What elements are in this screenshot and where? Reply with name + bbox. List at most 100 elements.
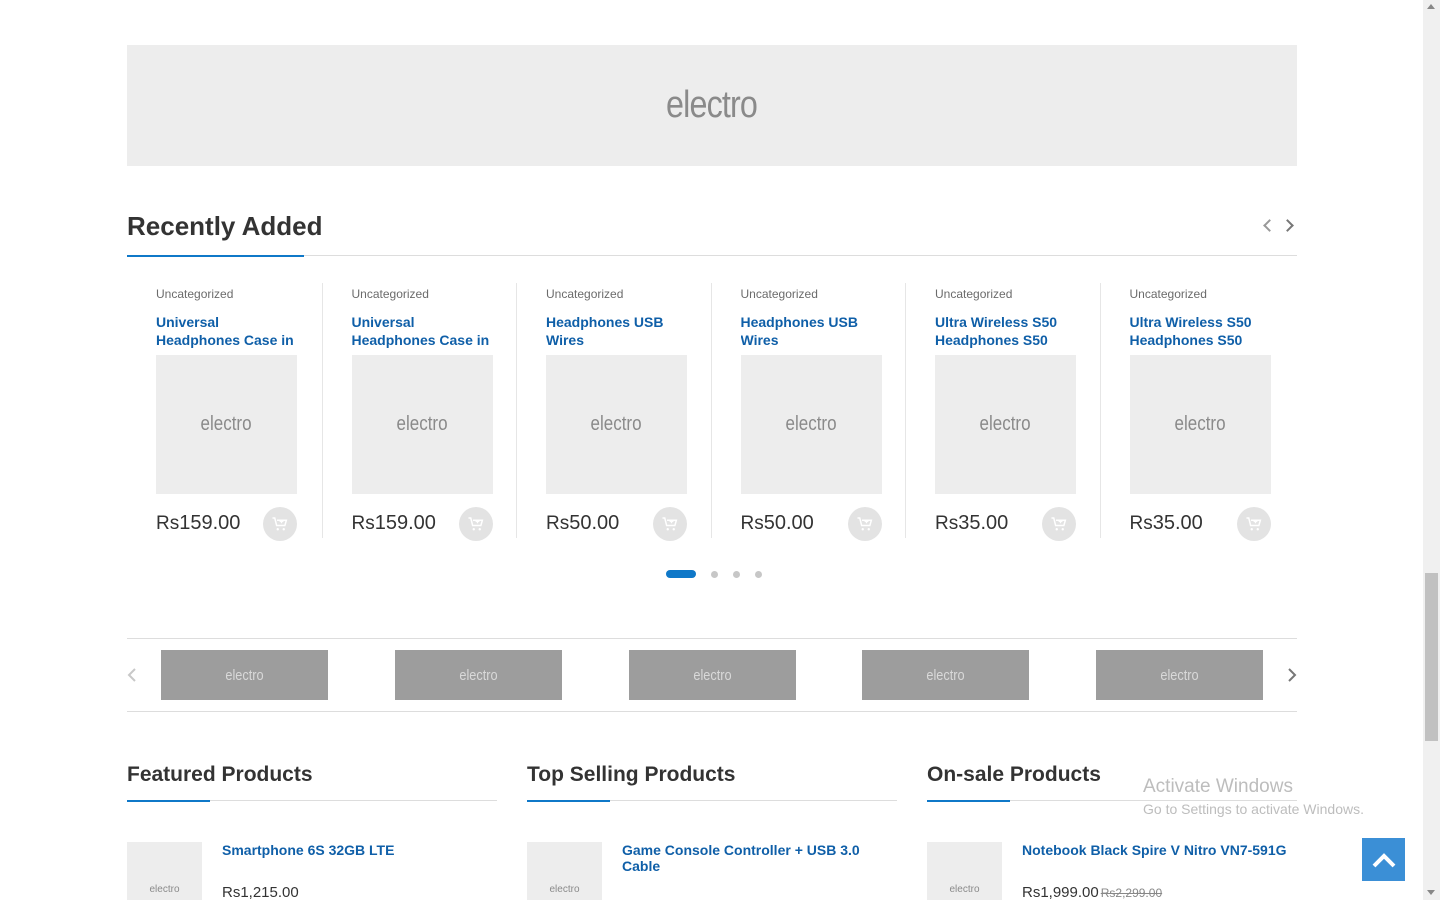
chevron-right-icon [1281,219,1294,232]
add-to-cart-button[interactable] [1042,507,1076,541]
product-title-link[interactable]: Headphones USB Wires [546,313,696,349]
price-value: 50.00 [569,512,620,534]
brands-next-button[interactable] [1287,668,1297,687]
product-card: Uncategorized Universal Headphones Case … [321,283,517,541]
add-to-cart-button[interactable] [263,507,297,541]
pagination-dot-2[interactable] [711,570,718,578]
product-title-link[interactable]: Universal Headphones Case in [156,313,306,349]
recently-added-header: Recently Added [127,205,1297,257]
product-card: Uncategorized Ultra Wireless S50 Headpho… [905,283,1100,541]
product-image[interactable]: electro [156,355,297,494]
product-card: Uncategorized Ultra Wireless S50 Headpho… [1099,283,1295,541]
add-to-cart-button[interactable] [1236,507,1271,541]
chevron-left-icon [127,668,136,682]
pagination-dot-4[interactable] [755,570,762,578]
currency: Rs [740,513,764,534]
brand-logo[interactable]: electro [629,650,796,700]
price-value: 35.00 [958,512,1009,534]
product-category[interactable]: Uncategorized [156,287,233,301]
price-value: 159.00 [179,512,241,534]
product-card: Uncategorized Headphones USB Wires elect… [710,283,906,541]
carousel-pagination [666,570,762,578]
product-image[interactable]: electro [351,355,493,494]
product-price [622,884,624,900]
add-to-cart-button[interactable] [847,507,882,541]
product-category[interactable]: Uncategorized [546,287,623,301]
add-to-cart-icon [468,517,483,531]
product-image[interactable]: electro [1129,355,1271,494]
list-item: electro Smartphone 6S 32GB LTE Rs1,215.0… [127,801,497,900]
column-title-text: Top Selling Products [527,763,736,786]
product-carousel: Uncategorized Universal Headphones Case … [127,283,1297,541]
placeholder-logo: electro [785,413,837,435]
product-image[interactable]: electro [740,355,882,494]
product-image[interactable]: electro [935,355,1076,494]
add-to-cart-button[interactable] [653,507,687,541]
brand-logo[interactable]: electro [161,650,328,700]
product-thumbnail[interactable]: electro [527,842,602,900]
brand-logo[interactable]: electro [1096,650,1263,700]
column-title-text: Featured Products [127,763,313,786]
add-to-cart-icon [662,517,678,531]
placeholder-logo: electro [149,884,180,895]
product-image[interactable]: electro [546,355,687,494]
section-title: Recently Added [127,211,323,241]
product-title-link[interactable]: Ultra Wireless S50 Headphones S50 [935,313,1085,349]
scroll-down-arrow-icon[interactable] [1427,890,1435,895]
section-underline [127,255,304,257]
product-category[interactable]: Uncategorized [935,287,1012,301]
currency: Rs [351,513,375,534]
product-title-link[interactable]: Notebook Black Spire V Nitro VN7-591G [1022,842,1292,858]
old-price: Rs2,299.00 [1100,886,1163,900]
add-to-cart-icon [1246,517,1261,531]
product-price: Rs35.00 [1130,512,1203,535]
product-category[interactable]: Uncategorized [1130,287,1207,301]
product-thumbnail[interactable]: electro [927,842,1002,900]
add-to-cart-button[interactable] [458,507,493,541]
brand-logo[interactable]: electro [395,650,562,700]
pagination-dot-1[interactable] [666,570,696,578]
page-scrollbar[interactable] [1423,0,1440,900]
banner-logo: electro [666,84,758,126]
product-thumbnail[interactable]: electro [127,842,202,900]
product-title-link[interactable]: Universal Headphones Case in [352,313,502,349]
pagination-dot-3[interactable] [733,570,740,578]
chevron-right-icon [1288,668,1297,682]
product-title-link[interactable]: Headphones USB Wires [741,313,891,349]
watermark-subtitle: Go to Settings to activate Windows. [1143,801,1364,817]
add-to-cart-icon [1051,517,1067,531]
carousel-prev-button[interactable] [1261,217,1276,235]
placeholder-logo: electro [590,413,643,435]
placeholder-logo: electro [549,884,580,895]
placeholder-logo: electro [979,413,1032,435]
product-title-link[interactable]: Game Console Controller + USB 3.0 Cable [622,842,892,874]
product-price: Rs159.00 [156,512,240,535]
chevron-left-icon [1263,219,1276,232]
top-banner: electro [127,45,1297,166]
top-selling-products-column: Top Selling Products electro Game Consol… [527,755,897,900]
brand-logo-text: electro [225,666,264,684]
carousel-arrows [1261,217,1297,235]
product-category[interactable]: Uncategorized [741,287,818,301]
column-title: Featured Products [127,755,497,802]
brand-logo-text: electro [1160,666,1199,684]
product-title-link[interactable]: Ultra Wireless S50 Headphones S50 [1130,313,1280,349]
add-to-cart-icon [857,517,872,531]
product-category[interactable]: Uncategorized [352,287,429,301]
product-title-link[interactable]: Smartphone 6S 32GB LTE [222,842,492,858]
product-price: Rs1,999.00 Rs2,299.00 [1022,884,1162,900]
brand-logo-text: electro [926,666,965,684]
carousel-next-button[interactable] [1281,217,1297,235]
add-to-cart-icon [272,517,288,531]
brands-prev-button[interactable] [127,668,137,687]
scrollbar-thumb[interactable] [1425,573,1438,741]
brand-logo[interactable]: electro [862,650,1029,700]
price-value: Rs1,215.00 [222,884,299,900]
price-value: 50.00 [763,512,814,534]
currency: Rs [935,513,959,534]
back-to-top-button[interactable] [1362,838,1405,881]
chevron-up-icon [1372,852,1395,867]
scroll-up-arrow-icon[interactable] [1427,4,1435,9]
watermark-title: Activate Windows [1143,776,1293,797]
price-value: Rs1,999.00 [1022,884,1099,900]
